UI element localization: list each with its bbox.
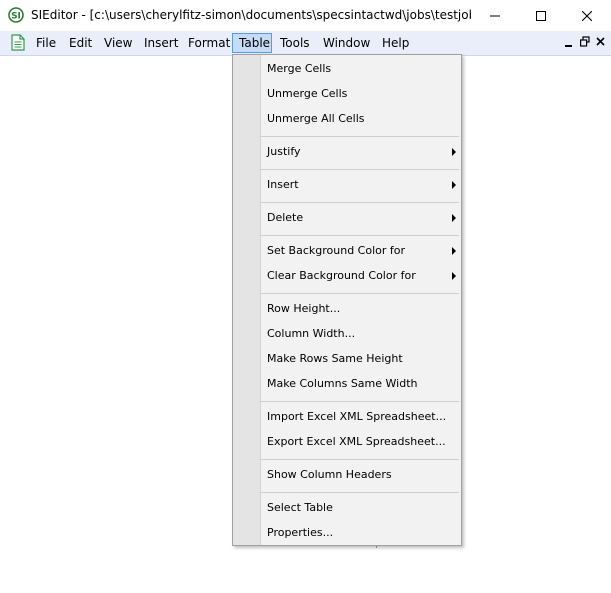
- menu-item-row-height[interactable]: Row Height...: [267, 299, 340, 319]
- menu-separator: [261, 235, 459, 236]
- menu-file[interactable]: File: [30, 33, 62, 53]
- mdi-minimize-icon[interactable]: [565, 35, 573, 49]
- menu-table[interactable]: Table: [232, 33, 272, 53]
- maximize-icon: [536, 10, 546, 21]
- window-title: SIEditor - [c:\users\cherylfitz-simon\do…: [31, 8, 471, 22]
- menu-separator: [261, 169, 459, 170]
- menu-item-delete[interactable]: Delete: [267, 208, 303, 228]
- submenu-arrow-icon: [452, 272, 456, 280]
- menu-item-import-excel-xml[interactable]: Import Excel XML Spreadsheet...: [267, 407, 446, 427]
- menu-separator: [261, 136, 459, 137]
- close-button[interactable]: [564, 0, 610, 31]
- close-icon: [582, 10, 592, 21]
- menu-item-export-excel-xml[interactable]: Export Excel XML Spreadsheet...: [267, 432, 446, 452]
- menu-item-select-table[interactable]: Select Table: [267, 498, 333, 518]
- menu-separator: [261, 492, 459, 493]
- menu-format[interactable]: Format: [182, 33, 236, 53]
- menu-item-make-rows-same-height[interactable]: Make Rows Same Height: [267, 349, 403, 369]
- menu-item-merge-cells[interactable]: Merge Cells: [267, 59, 331, 79]
- menu-icon-gutter: [233, 55, 261, 545]
- mdi-close-icon[interactable]: [596, 35, 605, 49]
- document-icon[interactable]: [11, 34, 25, 51]
- menu-item-unmerge-cells[interactable]: Unmerge Cells: [267, 84, 347, 104]
- minimize-button[interactable]: [472, 0, 518, 31]
- menu-item-show-column-headers[interactable]: Show Column Headers: [267, 465, 392, 485]
- menu-help[interactable]: Help: [376, 33, 415, 53]
- minimize-icon: [490, 15, 500, 16]
- submenu-arrow-icon: [452, 247, 456, 255]
- menu-edit[interactable]: Edit: [63, 33, 98, 53]
- menu-separator: [261, 459, 459, 460]
- menu-item-clear-background-color[interactable]: Clear Background Color for: [267, 266, 416, 286]
- menu-item-set-background-color[interactable]: Set Background Color for: [267, 241, 405, 261]
- menu-insert[interactable]: Insert: [138, 33, 184, 53]
- menu-window[interactable]: Window: [317, 33, 376, 53]
- menu-item-make-columns-same-width[interactable]: Make Columns Same Width: [267, 374, 418, 394]
- submenu-arrow-icon: [452, 148, 456, 156]
- submenu-arrow-icon: [452, 214, 456, 222]
- maximize-button[interactable]: [518, 0, 564, 31]
- menu-bar: File Edit View Insert Format Table Tools…: [0, 31, 611, 56]
- svg-text:SI: SI: [11, 12, 21, 22]
- mdi-restore-icon[interactable]: [580, 35, 590, 49]
- submenu-arrow-icon: [452, 181, 456, 189]
- menu-separator: [261, 202, 459, 203]
- menu-tools[interactable]: Tools: [274, 33, 316, 53]
- menu-separator: [261, 293, 459, 294]
- menu-item-justify[interactable]: Justify: [267, 142, 301, 162]
- menu-item-properties[interactable]: Properties...: [267, 523, 333, 543]
- menu-item-insert[interactable]: Insert: [267, 175, 299, 195]
- menu-view[interactable]: View: [98, 33, 138, 53]
- table-dropdown-menu: Merge Cells Unmerge Cells Unmerge All Ce…: [232, 54, 462, 546]
- title-bar: SI SIEditor - [c:\users\cherylfitz-simon…: [0, 0, 611, 31]
- menu-separator: [261, 401, 459, 402]
- sieditor-app-icon: SI: [8, 7, 24, 23]
- menu-item-column-width[interactable]: Column Width...: [267, 324, 355, 344]
- menu-item-unmerge-all-cells[interactable]: Unmerge All Cells: [267, 109, 365, 129]
